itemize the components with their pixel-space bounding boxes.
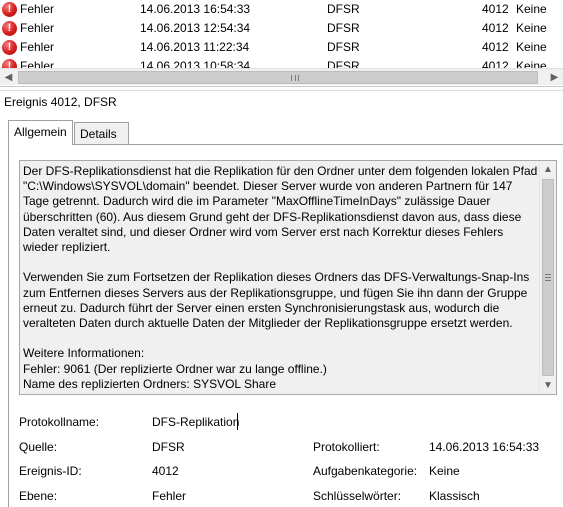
error-icon: ! bbox=[2, 59, 17, 68]
horizontal-scroll-thumb[interactable] bbox=[18, 71, 538, 84]
event-source: DFSR bbox=[327, 2, 360, 16]
event-date: 14.06.2013 16:54:33 bbox=[140, 2, 251, 16]
keywords-value[interactable]: Klassisch bbox=[429, 489, 480, 504]
event-task: Keine bbox=[516, 2, 547, 16]
tab-general[interactable]: Allgemein bbox=[8, 120, 73, 145]
event-message-box[interactable]: Der DFS-Replikationsdienst hat die Repli… bbox=[19, 160, 557, 395]
event-row[interactable]: ! Fehler 14.06.2013 11:22:34 DFSR 4012 K… bbox=[0, 38, 563, 57]
level-value[interactable]: Fehler bbox=[152, 489, 186, 504]
tab-details[interactable]: Details bbox=[74, 122, 129, 144]
event-row[interactable]: ! Fehler 14.06.2013 10:58:34 DFSR 4012 K… bbox=[0, 57, 563, 68]
event-row[interactable]: ! Fehler 14.06.2013 16:54:33 DFSR 4012 K… bbox=[0, 0, 563, 19]
event-date: 14.06.2013 11:22:34 bbox=[140, 40, 250, 54]
event-level: Fehler bbox=[20, 59, 55, 68]
text-cursor bbox=[237, 413, 238, 430]
event-date: 14.06.2013 10:58:34 bbox=[140, 59, 251, 68]
event-id: 4012 bbox=[482, 2, 509, 16]
level-label: Ebene: bbox=[19, 489, 58, 503]
scroll-grip-icon bbox=[545, 274, 551, 281]
error-icon: ! bbox=[2, 40, 17, 55]
scroll-up-arrow-icon[interactable]: ▲ bbox=[540, 161, 556, 178]
event-detail-title: Ereignis 4012, DFSR bbox=[0, 90, 563, 112]
event-task: Keine bbox=[516, 40, 547, 54]
event-source: DFSR bbox=[327, 40, 360, 54]
event-message-text: Der DFS-Replikationsdienst hat die Repli… bbox=[23, 164, 538, 391]
event-date: 14.06.2013 12:54:34 bbox=[140, 21, 251, 35]
scroll-right-arrow-icon[interactable]: ▶ bbox=[546, 69, 563, 86]
event-list: ! Fehler 14.06.2013 16:54:33 DFSR 4012 K… bbox=[0, 0, 563, 87]
source-label: Quelle: bbox=[19, 440, 58, 454]
logged-value[interactable]: 14.06.2013 16:54:33 bbox=[429, 440, 539, 455]
event-level: Fehler bbox=[20, 40, 55, 54]
error-icon: ! bbox=[2, 2, 17, 17]
event-row[interactable]: ! Fehler 14.06.2013 12:54:34 DFSR 4012 K… bbox=[0, 19, 563, 38]
event-id: 4012 bbox=[482, 40, 509, 54]
event-source: DFSR bbox=[327, 21, 360, 35]
event-level: Fehler bbox=[20, 2, 55, 16]
log-name-value[interactable]: DFS-Replikation bbox=[152, 415, 239, 430]
scroll-left-arrow-icon[interactable]: ◀ bbox=[0, 69, 17, 86]
vertical-scroll-thumb[interactable] bbox=[542, 179, 554, 376]
event-source: DFSR bbox=[327, 59, 360, 68]
logged-label: Protokolliert: bbox=[313, 440, 380, 454]
event-task: Keine bbox=[516, 21, 547, 35]
event-id: 4012 bbox=[482, 21, 509, 35]
scroll-grip-icon bbox=[291, 75, 299, 81]
vertical-scrollbar[interactable]: ▲ ▼ bbox=[539, 161, 556, 394]
task-category-value[interactable]: Keine bbox=[429, 464, 460, 479]
keywords-label: Schlüsselwörter: bbox=[313, 489, 402, 503]
error-icon: ! bbox=[2, 21, 17, 36]
event-id-value[interactable]: 4012 bbox=[152, 464, 179, 479]
event-level: Fehler bbox=[20, 21, 55, 35]
source-value[interactable]: DFSR bbox=[152, 440, 185, 455]
task-category-label: Aufgabenkategorie: bbox=[313, 464, 418, 478]
event-id-label: Ereignis-ID: bbox=[19, 464, 82, 478]
log-name-label: Protokollname: bbox=[19, 415, 100, 429]
horizontal-scrollbar[interactable]: ◀ ▶ bbox=[0, 68, 563, 85]
event-id: 4012 bbox=[482, 59, 509, 68]
event-task: Keine bbox=[516, 59, 547, 68]
scroll-down-arrow-icon[interactable]: ▼ bbox=[540, 377, 556, 394]
